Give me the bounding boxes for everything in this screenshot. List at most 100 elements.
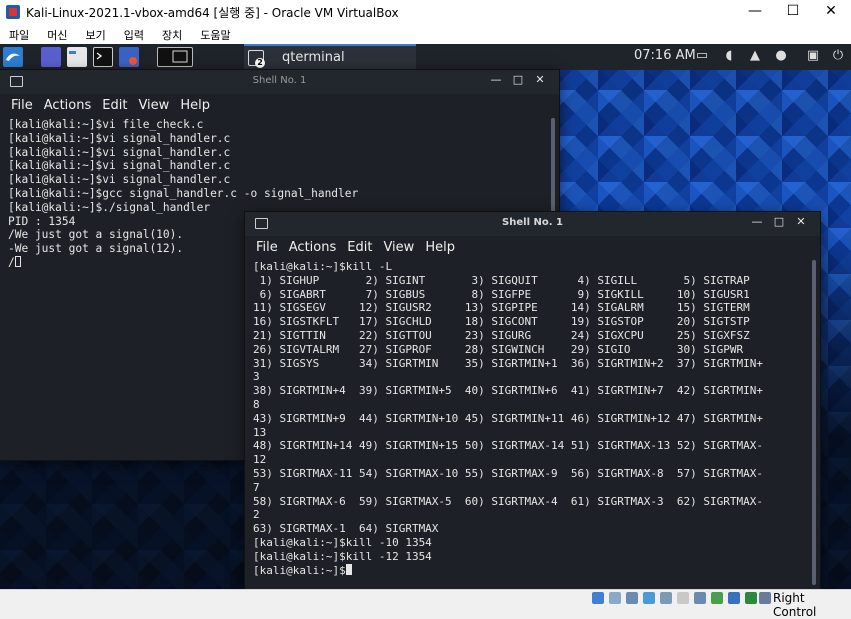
power-icon[interactable]: ⏻ <box>831 49 845 63</box>
text-cursor <box>14 255 21 267</box>
cpu-activity-icon[interactable] <box>745 592 757 604</box>
notifications-bell-icon[interactable]: ▲ <box>748 49 762 63</box>
hard-disk-icon[interactable] <box>592 592 604 604</box>
menu-edit[interactable]: Edit <box>347 236 372 260</box>
audio-icon[interactable] <box>626 592 638 604</box>
terminal-line: 31) SIGSYS 34) SIGRTMIN 35) SIGRTMIN+1 3… <box>253 356 763 370</box>
menu-machine[interactable]: 머신 <box>38 26 76 46</box>
terminal-front-close-button[interactable]: ✕ <box>790 215 812 228</box>
terminal-line: 13 <box>253 425 267 439</box>
file-manager-icon[interactable] <box>67 47 87 67</box>
terminal-front-minimize-button[interactable]: — <box>746 215 768 228</box>
display-icon[interactable]: ▭ <box>695 49 709 63</box>
workspace-switcher-icon[interactable] <box>157 47 193 67</box>
terminal-line: 21) SIGTTIN 22) SIGTTOU 23) SIGURG 24) S… <box>253 328 750 342</box>
taskbar-label: qterminal <box>282 50 345 65</box>
network-adapter-icon[interactable] <box>643 592 655 604</box>
panel-clock[interactable]: 07:16 AM <box>634 48 696 63</box>
volume-icon[interactable]: ◖ <box>722 49 736 63</box>
terminal-line: / <box>8 255 15 269</box>
terminal-line: [kali@kali:~]$vi signal_handler.c <box>8 131 231 145</box>
terminal-line: 16) SIGSTKFLT 17) SIGCHLD 18) SIGCONT 19… <box>253 315 750 329</box>
terminal-line: [kali@kali:~]$kill -L <box>253 260 393 273</box>
menu-file[interactable]: File <box>11 94 33 118</box>
text-cursor <box>345 563 352 575</box>
mouse-integration-icon[interactable] <box>759 592 771 604</box>
menu-devices[interactable]: 장치 <box>153 26 191 46</box>
terminal-line: [kali@kali:~]$vi signal_handler.c <box>8 159 231 173</box>
menu-help[interactable]: Help <box>180 94 210 118</box>
menu-actions[interactable]: Actions <box>289 236 337 260</box>
network-icon[interactable]: ● <box>774 49 788 63</box>
terminal-line: [kali@kali:~]$vi signal_handler.c <box>8 173 231 187</box>
terminal-front-maximize-button[interactable]: □ <box>768 215 790 228</box>
window-count-badge: 2 <box>255 58 265 68</box>
menu-actions[interactable]: Actions <box>44 94 92 118</box>
terminal-back-title: Shell No. 1 <box>252 75 307 86</box>
minimize-button[interactable]: — <box>736 0 774 24</box>
terminal-line: [kali@kali:~]$ <box>253 563 346 577</box>
host-title-bar: Kali-Linux-2021.1-vbox-amd64 [실행 중] - Or… <box>0 0 851 24</box>
host-menu-bar: 파일 머신 보기 입력 장치 도움말 <box>0 24 851 44</box>
menu-file[interactable]: 파일 <box>0 26 38 46</box>
terminal-line: 63) SIGRTMAX-1 64) SIGRTMAX <box>253 522 439 536</box>
guest-display[interactable]: 2 qterminal 07:16 AM ▭ ◖ ▲ ● ▣ ⏻ Shell N… <box>0 44 851 589</box>
terminal-line: 48) SIGRTMIN+14 49) SIGRTMIN+15 50) SIGR… <box>253 439 763 453</box>
terminal-line: 38) SIGRTMIN+4 39) SIGRTMIN+5 40) SIGRTM… <box>253 384 763 398</box>
virtualization-icon[interactable] <box>728 592 740 604</box>
host-key-label: Right Control <box>773 591 817 619</box>
menu-edit[interactable]: Edit <box>102 94 127 118</box>
virtualbox-app-icon <box>6 5 20 19</box>
terminal-line: 8 <box>253 397 260 411</box>
terminal-front-scrollbar[interactable] <box>812 260 816 585</box>
terminal-line: [kali@kali:~]$vi file_check.c <box>8 118 204 131</box>
terminal-line: 7 <box>253 480 260 494</box>
terminal-line: [kali@kali:~]$kill -12 1354 <box>253 549 432 563</box>
terminal-back-minimize-button[interactable]: — <box>485 73 507 86</box>
taskbar-qterminal[interactable]: 2 qterminal <box>244 44 416 70</box>
scrollbar-thumb[interactable] <box>812 260 816 585</box>
terminal-back-menubar: File Actions Edit View Help <box>0 94 559 118</box>
terminal-back-close-button[interactable]: ✕ <box>529 73 551 86</box>
terminal-front-titlebar[interactable]: Shell No. 1 — □ ✕ <box>245 212 820 236</box>
maximize-button[interactable]: ☐ <box>774 0 812 24</box>
terminal-front-output[interactable]: [kali@kali:~]$kill -L 1) SIGHUP 2) SIGIN… <box>253 260 806 589</box>
menu-view[interactable]: View <box>138 94 169 118</box>
terminal-line: 3 <box>253 370 260 384</box>
display-status-icon[interactable] <box>694 592 706 604</box>
terminal-line: 6) SIGABRT 7) SIGBUS 8) SIGFPE 9) SIGKIL… <box>253 287 750 301</box>
lock-screen-icon[interactable]: ▣ <box>806 49 820 63</box>
terminal-line: 2 <box>253 508 260 522</box>
terminal-back-maximize-button[interactable]: □ <box>507 73 529 86</box>
host-window-title: Kali-Linux-2021.1-vbox-amd64 [실행 중] - Or… <box>26 6 399 20</box>
terminal-line: 12 <box>253 453 267 467</box>
optical-drive-icon[interactable] <box>609 592 621 604</box>
terminal-line: 53) SIGRTMAX-11 54) SIGRTMAX-10 55) SIGR… <box>253 466 763 480</box>
close-button[interactable]: ✕ <box>812 0 850 24</box>
shared-folders-icon[interactable] <box>677 592 689 604</box>
terminal-front-menubar: File Actions Edit View Help <box>245 236 820 260</box>
menu-view[interactable]: View <box>383 236 414 260</box>
menu-view[interactable]: 보기 <box>77 26 115 46</box>
kali-menu-icon[interactable] <box>3 47 23 67</box>
menu-help[interactable]: Help <box>425 236 455 260</box>
recording-icon[interactable] <box>711 592 723 604</box>
terminal-line: [kali@kali:~]$gcc signal_handler.c -o si… <box>8 186 359 200</box>
terminal-back-titlebar[interactable]: Shell No. 1 — □ ✕ <box>0 70 559 94</box>
menu-file[interactable]: File <box>256 236 278 260</box>
usb-icon[interactable] <box>660 592 672 604</box>
terminal-front-title: Shell No. 1 <box>502 217 563 228</box>
host-status-bar: Right Control <box>0 589 851 619</box>
menu-input[interactable]: 입력 <box>115 26 153 46</box>
terminal-line: [kali@kali:~]$vi signal_handler.c <box>8 145 231 159</box>
terminal-line: 11) SIGSEGV 12) SIGUSR2 13) SIGPIPE 14) … <box>253 301 750 315</box>
show-desktop-icon[interactable] <box>41 47 61 67</box>
menu-help[interactable]: 도움말 <box>191 26 239 46</box>
terminal-window-front[interactable]: Shell No. 1 — □ ✕ File Actions Edit View Help … <box>245 212 820 589</box>
terminal-line: 1) SIGHUP 2) SIGINT 3) SIGQUIT 4) SIGILL… <box>253 273 750 287</box>
terminal-line: [kali@kali:~]$kill -10 1354 <box>253 535 432 549</box>
terminal-line: 26) SIGVTALRM 27) SIGPROF 28) SIGWINCH 2… <box>253 342 744 356</box>
terminal-line: 58) SIGRTMAX-6 59) SIGRTMAX-5 60) SIGRTM… <box>253 494 763 508</box>
browser-launcher-icon[interactable] <box>119 47 139 67</box>
terminal-launcher-icon[interactable] <box>93 47 113 67</box>
